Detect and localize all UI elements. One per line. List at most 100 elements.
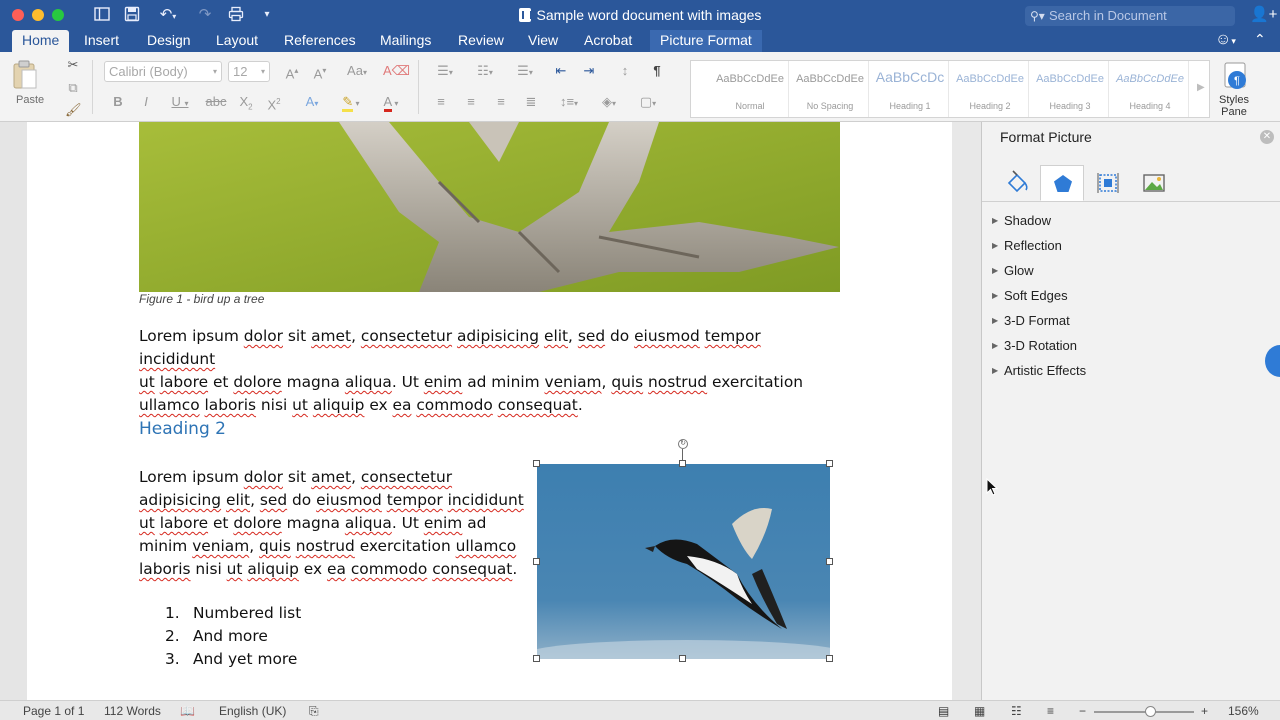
section-glow[interactable]: ▶ Glow bbox=[982, 258, 1280, 283]
customize-toolbar-icon[interactable]: ▾ bbox=[258, 6, 276, 24]
resize-handle-se[interactable] bbox=[826, 655, 833, 662]
print-layout-view-icon[interactable]: ▤ bbox=[938, 704, 949, 718]
section-reflection[interactable]: ▶ Reflection bbox=[982, 233, 1280, 258]
section-3d-format[interactable]: ▶ 3-D Format bbox=[982, 308, 1280, 333]
outline-view-icon[interactable]: ☷ bbox=[1011, 704, 1022, 718]
tab-design[interactable]: Design bbox=[137, 30, 201, 52]
effects-tab[interactable] bbox=[1040, 165, 1084, 201]
undo-icon[interactable]: ↶▾ bbox=[153, 6, 183, 24]
underline-button[interactable]: U ▾ bbox=[164, 92, 196, 112]
document-scrollbar[interactable] bbox=[952, 122, 980, 700]
tab-layout[interactable]: Layout bbox=[206, 30, 268, 52]
cut-icon[interactable]: ✂ bbox=[64, 55, 82, 75]
style-heading-3[interactable]: AaBbCcDdEe Heading 3 bbox=[1031, 61, 1109, 117]
subscript-button[interactable]: X2 bbox=[234, 92, 258, 112]
grow-font-icon[interactable]: A▴ bbox=[280, 61, 304, 81]
italic-button[interactable]: I bbox=[136, 92, 156, 112]
tab-picture-format[interactable]: Picture Format bbox=[650, 30, 762, 52]
bird-image-selected[interactable] bbox=[537, 464, 830, 659]
tab-home[interactable]: Home bbox=[12, 30, 70, 52]
shrink-font-icon[interactable]: A▾ bbox=[308, 61, 332, 81]
share-person-icon[interactable]: 👤+ bbox=[1250, 5, 1277, 23]
tab-view[interactable]: View bbox=[518, 30, 568, 52]
resize-handle-ne[interactable] bbox=[826, 460, 833, 467]
resize-handle-e[interactable] bbox=[826, 558, 833, 565]
fill-line-tab[interactable] bbox=[995, 165, 1039, 201]
sort-icon[interactable]: ↕ bbox=[612, 61, 638, 81]
numbering-icon[interactable]: ☷▾ bbox=[468, 61, 502, 81]
draft-view-icon[interactable]: ≡ bbox=[1047, 704, 1054, 718]
zoom-slider-thumb[interactable] bbox=[1145, 706, 1156, 717]
tab-insert[interactable]: Insert bbox=[74, 30, 129, 52]
justify-icon[interactable]: ≣ bbox=[520, 92, 542, 112]
feedback-smiley-icon[interactable]: ☺▾ bbox=[1215, 31, 1236, 49]
resize-handle-sw[interactable] bbox=[533, 655, 540, 662]
page-count[interactable]: Page 1 of 1 bbox=[23, 704, 84, 718]
multilevel-list-icon[interactable]: ☰▾ bbox=[508, 61, 542, 81]
resize-handle-s[interactable] bbox=[679, 655, 686, 662]
size-properties-tab[interactable] bbox=[1086, 165, 1130, 201]
align-left-icon[interactable]: ≡ bbox=[430, 92, 452, 112]
print-icon[interactable] bbox=[227, 6, 245, 24]
picture-tab[interactable] bbox=[1132, 165, 1176, 201]
styles-pane-icon[interactable]: ¶ bbox=[1220, 62, 1250, 92]
font-color-icon[interactable]: A ▾ bbox=[374, 92, 408, 112]
close-window-button[interactable] bbox=[12, 9, 24, 21]
resize-handle-w[interactable] bbox=[533, 558, 540, 565]
shading-icon[interactable]: ◈▾ bbox=[594, 92, 624, 112]
zoom-in-button[interactable]: + bbox=[1201, 704, 1208, 718]
redo-icon[interactable]: ↷ bbox=[196, 6, 214, 24]
close-pane-icon[interactable]: ✕ bbox=[1260, 130, 1274, 144]
zoom-slider[interactable] bbox=[1094, 706, 1194, 717]
word-count[interactable]: 112 Words bbox=[104, 704, 161, 718]
align-right-icon[interactable]: ≡ bbox=[490, 92, 512, 112]
decrease-indent-icon[interactable]: ⇤ bbox=[550, 61, 572, 81]
style-heading-2[interactable]: AaBbCcDdEe Heading 2 bbox=[951, 61, 1029, 117]
zoom-out-button[interactable]: − bbox=[1079, 704, 1086, 718]
resize-handle-nw[interactable] bbox=[533, 460, 540, 467]
bold-button[interactable]: B bbox=[108, 92, 128, 112]
font-name-select[interactable]: Calibri (Body) ▾ bbox=[104, 61, 222, 82]
tab-mailings[interactable]: Mailings bbox=[370, 30, 441, 52]
resize-handle-n[interactable] bbox=[679, 460, 686, 467]
text-effects-icon[interactable]: A▾ bbox=[298, 92, 326, 112]
language-status[interactable]: English (UK) bbox=[219, 704, 286, 718]
section-3d-rotation[interactable]: ▶ 3-D Rotation bbox=[982, 333, 1280, 358]
gallery-scroll-arrow-icon[interactable]: ▶ bbox=[1197, 82, 1205, 93]
change-case-icon[interactable]: Aa▾ bbox=[340, 61, 374, 81]
font-size-select[interactable]: 12 ▾ bbox=[228, 61, 270, 82]
sidebar-toggle-icon[interactable] bbox=[93, 6, 111, 24]
superscript-button[interactable]: X2 bbox=[262, 92, 286, 112]
style-heading-4[interactable]: AaBbCcDdEe Heading 4 bbox=[1111, 61, 1189, 117]
paste-icon[interactable] bbox=[12, 60, 38, 90]
tab-acrobat[interactable]: Acrobat bbox=[574, 30, 642, 52]
bullets-icon[interactable]: ☰▾ bbox=[428, 61, 462, 81]
tab-review[interactable]: Review bbox=[448, 30, 514, 52]
highlight-color-icon[interactable]: ✎ ▾ bbox=[332, 92, 370, 112]
minimize-window-button[interactable] bbox=[32, 9, 44, 21]
show-formatting-icon[interactable]: ¶ bbox=[646, 61, 668, 81]
align-center-icon[interactable]: ≡ bbox=[460, 92, 482, 112]
line-spacing-icon[interactable]: ↕≡▾ bbox=[552, 92, 586, 112]
clear-formatting-icon[interactable]: A⌫ bbox=[382, 61, 410, 81]
style-heading-1[interactable]: AaBbCcDc Heading 1 bbox=[871, 61, 949, 117]
search-input[interactable]: ⚲▾ Search in Document bbox=[1025, 6, 1235, 26]
style-no-spacing[interactable]: AaBbCcDdEe No Spacing bbox=[791, 61, 869, 117]
format-painter-icon[interactable]: 🖌 bbox=[64, 100, 82, 120]
borders-icon[interactable]: ▢▾ bbox=[630, 92, 666, 112]
style-normal[interactable]: AaBbCcDdEe Normal bbox=[711, 61, 789, 117]
copy-icon[interactable]: ⧉ bbox=[64, 78, 82, 98]
strikethrough-button[interactable]: abc bbox=[204, 92, 228, 112]
proofing-icon[interactable]: 📖 bbox=[180, 704, 195, 718]
increase-indent-icon[interactable]: ⇥ bbox=[578, 61, 600, 81]
document-page[interactable]: Figure 1 - bird up a tree Lorem ipsum do… bbox=[27, 122, 952, 700]
section-artistic-effects[interactable]: ▶ Artistic Effects bbox=[982, 358, 1280, 383]
web-layout-view-icon[interactable]: ▦ bbox=[974, 704, 985, 718]
section-soft-edges[interactable]: ▶ Soft Edges bbox=[982, 283, 1280, 308]
save-icon[interactable] bbox=[123, 6, 141, 24]
zoom-window-button[interactable] bbox=[52, 9, 64, 21]
section-shadow[interactable]: ▶ Shadow bbox=[982, 208, 1280, 233]
tree-branch-image[interactable] bbox=[139, 122, 840, 292]
zoom-level[interactable]: 156% bbox=[1228, 704, 1259, 718]
track-changes-icon[interactable]: ⎘ bbox=[309, 704, 319, 719]
